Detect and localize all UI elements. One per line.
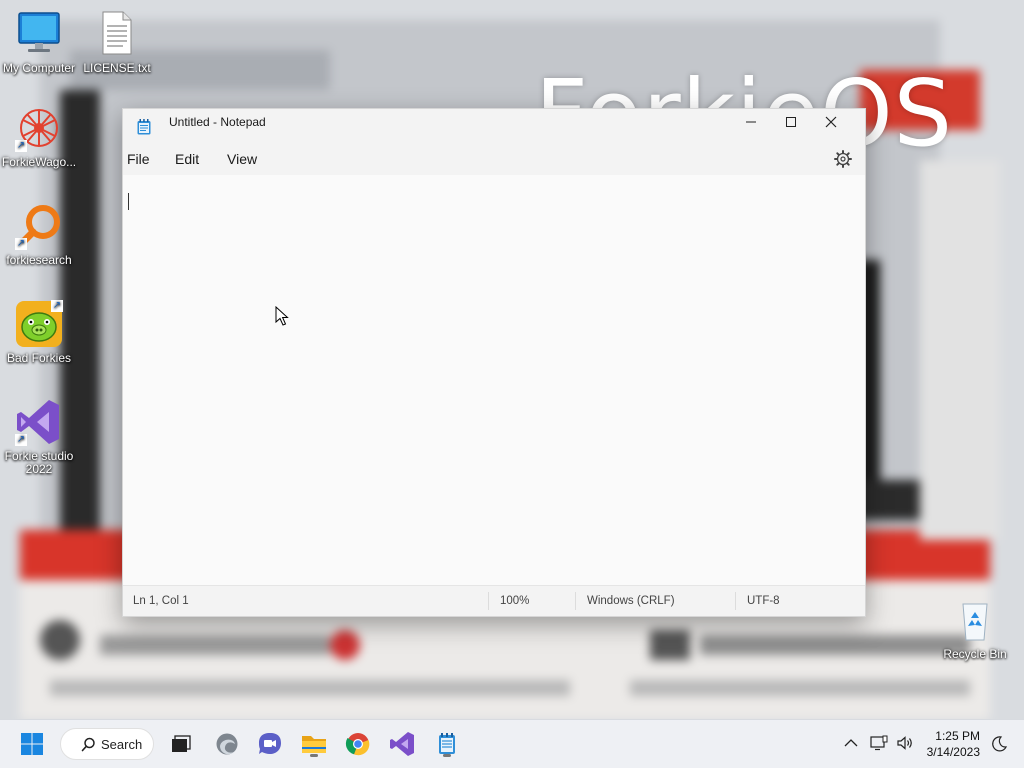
task-view-button[interactable] xyxy=(164,728,196,760)
clock-date: 3/14/2023 xyxy=(926,745,980,759)
text-caret xyxy=(128,193,129,210)
maximize-button[interactable] xyxy=(771,109,811,143)
status-divider xyxy=(735,592,736,610)
recycle-bin-icon xyxy=(951,596,999,644)
shortcut-arrow-icon: ↗ xyxy=(15,238,27,250)
taskbar-app-chrome[interactable] xyxy=(342,728,374,760)
network-status[interactable] xyxy=(868,720,890,768)
focus-assist-button[interactable] xyxy=(988,720,1010,768)
taskbar-app-chat[interactable] xyxy=(254,728,286,760)
desktop-icon-label: My Computer xyxy=(2,61,76,75)
status-divider xyxy=(488,592,489,610)
taskbar-app-file-explorer[interactable] xyxy=(298,728,330,760)
chrome-icon xyxy=(345,733,370,756)
minimize-button[interactable] xyxy=(731,109,771,143)
video-chat-icon xyxy=(259,733,281,754)
shortcut-arrow-icon: ↗ xyxy=(15,434,27,446)
show-hidden-icons-button[interactable] xyxy=(842,720,860,768)
monitor-icon xyxy=(15,10,63,58)
line-ending[interactable]: Windows (CRLF) xyxy=(587,595,675,607)
network-logo-icon: ↗ xyxy=(15,104,63,152)
menu-file[interactable]: File xyxy=(127,151,150,167)
desktop-icon-recycle-bin[interactable]: Recycle Bin xyxy=(936,596,1014,661)
browser-swirl-icon xyxy=(216,733,238,755)
notepad-window[interactable]: Untitled - Notepad File Edit View Ln 1, … xyxy=(122,108,866,617)
taskbar-app-forkie-studio[interactable] xyxy=(386,728,418,760)
text-editor[interactable] xyxy=(123,175,865,586)
taskbar: Search 1:25 PM 3/14/2023 xyxy=(0,719,1024,768)
taskbar-app-notepad[interactable] xyxy=(431,728,463,760)
taskbar-app-edge[interactable] xyxy=(211,728,243,760)
status-bar: Ln 1, Col 1 100% Windows (CRLF) UTF-8 xyxy=(123,585,865,616)
desktop-icon-label: ForkieWago... xyxy=(1,155,77,169)
windows-logo-icon xyxy=(21,733,43,755)
green-pig-icon: ↗ xyxy=(15,300,63,348)
chevron-up-icon xyxy=(844,739,858,747)
desktop-icon-label: Forkie studio 2022 xyxy=(4,449,74,476)
speaker-icon xyxy=(897,736,912,750)
close-button[interactable] xyxy=(811,109,851,143)
encoding[interactable]: UTF-8 xyxy=(747,595,780,607)
magnifier-icon: ↗ xyxy=(15,202,63,250)
search-icon xyxy=(81,737,95,752)
task-view-icon xyxy=(172,735,191,752)
desktop-icon-label: forkiesearch xyxy=(6,253,72,267)
desktop-icon-license-txt[interactable]: LICENSE.txt xyxy=(78,10,156,75)
zoom-level[interactable]: 100% xyxy=(500,595,529,607)
moon-icon xyxy=(992,736,1008,752)
studio-logo-icon xyxy=(390,732,414,756)
desktop-icon-forkiesearch[interactable]: ↗ forkiesearch xyxy=(0,202,78,267)
desktop-icon-label: Bad Forkies xyxy=(6,351,72,365)
close-icon xyxy=(825,116,837,128)
cursor-position: Ln 1, Col 1 xyxy=(133,595,189,607)
desktop-icon-label: Recycle Bin xyxy=(943,647,1007,661)
running-indicator xyxy=(310,754,318,757)
title-bar[interactable]: Untitled - Notepad xyxy=(123,109,865,143)
volume-control[interactable] xyxy=(894,720,916,768)
network-monitor-icon xyxy=(870,735,888,751)
minimize-icon xyxy=(746,121,756,123)
maximize-icon xyxy=(786,117,796,127)
shortcut-arrow-icon: ↗ xyxy=(51,300,63,312)
menu-view[interactable]: View xyxy=(227,151,257,167)
start-button[interactable] xyxy=(16,728,48,760)
window-title: Untitled - Notepad xyxy=(169,115,266,129)
clock-time: 1:25 PM xyxy=(935,729,980,743)
text-file-icon xyxy=(93,10,141,58)
menu-bar: File Edit View xyxy=(123,143,865,175)
desktop-icon-my-computer[interactable]: My Computer xyxy=(0,10,78,75)
desktop-icon-forkiewagon[interactable]: ↗ ForkieWago... xyxy=(0,104,78,169)
mouse-pointer-icon xyxy=(275,306,289,326)
status-divider xyxy=(575,592,576,610)
shortcut-arrow-icon: ↗ xyxy=(15,140,27,152)
desktop-icon-label: LICENSE.txt xyxy=(83,61,151,75)
menu-edit[interactable]: Edit xyxy=(175,151,199,167)
studio-logo-icon: ↗ xyxy=(15,398,63,446)
search-label: Search xyxy=(101,737,143,752)
settings-gear-icon[interactable] xyxy=(833,149,853,169)
desktop-icon-forkie-studio[interactable]: ↗ Forkie studio 2022 xyxy=(0,398,78,476)
system-clock[interactable]: 1:25 PM 3/14/2023 xyxy=(927,728,980,760)
notepad-icon xyxy=(137,119,151,135)
running-indicator xyxy=(443,754,451,757)
taskbar-search[interactable]: Search xyxy=(60,728,154,760)
desktop-icon-bad-forkies[interactable]: ↗ Bad Forkies xyxy=(0,300,78,365)
